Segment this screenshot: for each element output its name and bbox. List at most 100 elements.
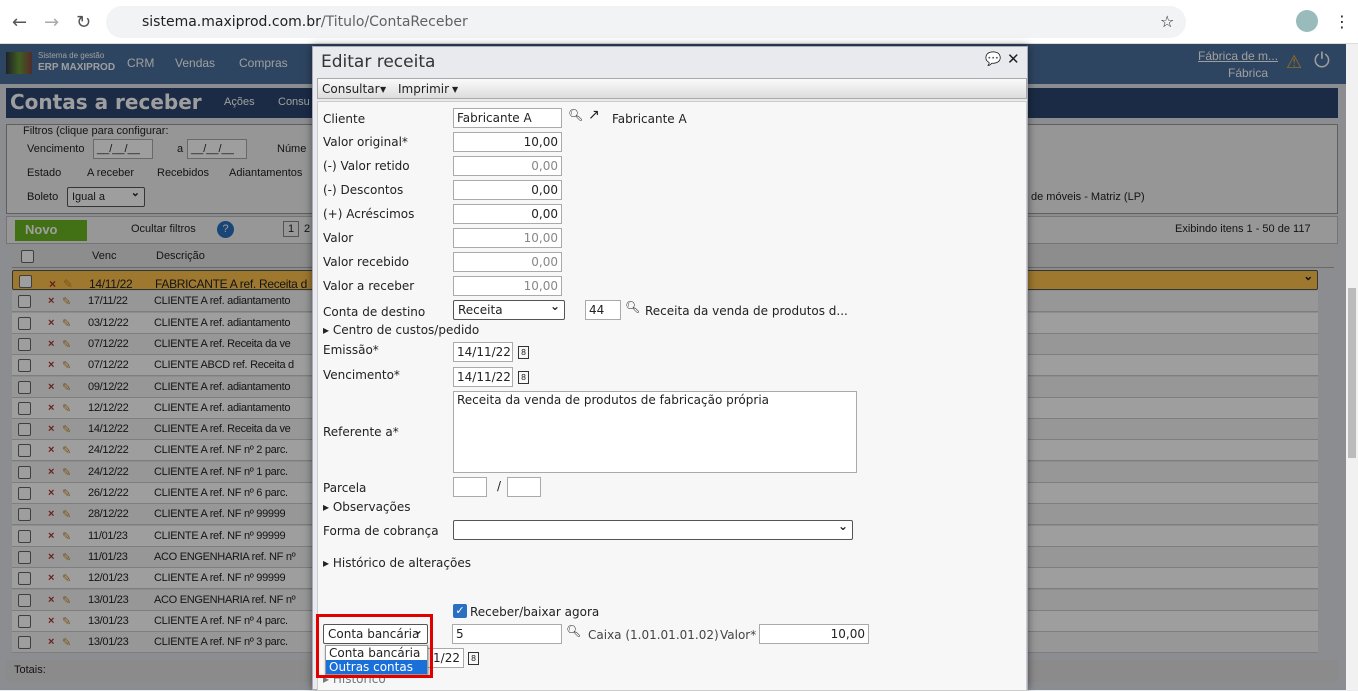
- select-all-checkbox[interactable]: [21, 250, 34, 263]
- novo-button[interactable]: Novo: [15, 220, 87, 241]
- cliente-input[interactable]: Fabricante A: [453, 108, 562, 128]
- edit-icon[interactable]: ✎: [62, 381, 71, 394]
- delete-icon[interactable]: ×: [48, 487, 54, 499]
- delete-icon[interactable]: ×: [48, 508, 54, 520]
- row-checkbox[interactable]: [18, 295, 31, 309]
- edit-icon[interactable]: ✎: [62, 487, 71, 500]
- conta-codigo-input[interactable]: 44: [585, 300, 621, 320]
- parcela-total-input[interactable]: [507, 477, 541, 497]
- ocultar-filtros-button[interactable]: Ocultar filtros: [131, 223, 196, 235]
- acrescimos-input[interactable]: 0,00: [453, 204, 562, 224]
- edit-icon[interactable]: ✎: [62, 317, 71, 330]
- observacoes-toggle[interactable]: ▸ Observações: [323, 500, 411, 514]
- edit-icon[interactable]: ✎: [62, 402, 71, 415]
- date-from-input[interactable]: __/__/__: [93, 139, 153, 159]
- search-icon[interactable]: 🔍︎: [625, 300, 640, 314]
- valor-baixa-input[interactable]: 10,00: [759, 624, 869, 644]
- historico-alteracoes-toggle[interactable]: ▸ Histórico de alterações: [323, 556, 471, 570]
- row-checkbox[interactable]: [18, 444, 31, 458]
- edit-icon[interactable]: ✎: [62, 530, 71, 543]
- row-checkbox[interactable]: [18, 614, 31, 628]
- delete-icon[interactable]: ×: [48, 402, 54, 414]
- page-scrollbar[interactable]: [1346, 44, 1358, 690]
- actions-menu[interactable]: Ações: [224, 96, 255, 108]
- delete-icon[interactable]: ×: [48, 444, 54, 456]
- search-icon[interactable]: 🔍︎: [566, 624, 581, 638]
- boleto-select[interactable]: Igual a: [67, 184, 145, 207]
- help-icon[interactable]: ?: [217, 221, 234, 238]
- checkbox-a-receber[interactable]: A receber: [87, 167, 134, 179]
- cliente-link[interactable]: Fabricante A: [612, 112, 687, 126]
- edit-icon[interactable]: ✎: [62, 594, 71, 607]
- edit-icon[interactable]: ✎: [62, 359, 71, 372]
- referente-textarea[interactable]: Receita da venda de produtos de fabricaç…: [453, 391, 857, 473]
- imprimir-menu[interactable]: Imprimir: [398, 82, 449, 96]
- unit-dropdown[interactable]: Fábrica: [1228, 66, 1268, 80]
- parcela-input[interactable]: [453, 477, 487, 497]
- warning-icon[interactable]: ⚠: [1286, 52, 1302, 73]
- row-checkbox[interactable]: [18, 423, 31, 437]
- power-icon[interactable]: ⏻: [1314, 50, 1330, 73]
- row-checkbox[interactable]: [18, 593, 31, 607]
- row-checkbox[interactable]: [18, 636, 31, 650]
- delete-icon[interactable]: ×: [48, 423, 54, 435]
- company-link[interactable]: Fábrica de m...: [1198, 49, 1278, 63]
- conta-destino-select[interactable]: Receita: [453, 297, 565, 320]
- row-checkbox[interactable]: [18, 465, 31, 479]
- calendar-icon[interactable]: 8: [518, 371, 529, 384]
- delete-icon[interactable]: ×: [48, 551, 54, 563]
- row-checkbox[interactable]: [18, 359, 31, 373]
- edit-icon[interactable]: ✎: [62, 572, 71, 585]
- edit-icon[interactable]: ✎: [62, 423, 71, 436]
- delete-icon[interactable]: ×: [48, 466, 54, 478]
- row-checkbox[interactable]: [18, 508, 31, 522]
- consultar-menu[interactable]: Consultar: [322, 82, 380, 96]
- row-checkbox[interactable]: [18, 337, 31, 351]
- vencimento-input[interactable]: 14/11/22: [453, 367, 513, 387]
- edit-icon[interactable]: ✎: [62, 338, 71, 351]
- close-icon[interactable]: ✕: [1007, 50, 1020, 68]
- menu-crm[interactable]: CRM: [127, 56, 154, 70]
- delete-icon[interactable]: ×: [48, 530, 54, 542]
- row-checkbox[interactable]: [18, 316, 31, 330]
- valor-original-input[interactable]: 10,00: [453, 132, 562, 152]
- conta-numero-input[interactable]: 5: [452, 624, 562, 644]
- delete-icon[interactable]: ×: [48, 317, 54, 329]
- delete-icon[interactable]: ×: [48, 381, 54, 393]
- checkbox-recebidos[interactable]: Recebidos: [157, 167, 209, 179]
- edit-icon[interactable]: ✎: [63, 275, 73, 293]
- delete-icon[interactable]: ×: [48, 636, 54, 648]
- edit-icon[interactable]: ✎: [62, 466, 71, 479]
- row-checkbox[interactable]: [18, 550, 31, 564]
- search-icon[interactable]: 🔍︎: [568, 108, 583, 122]
- delete-icon[interactable]: ×: [48, 359, 54, 371]
- delete-icon[interactable]: ×: [48, 615, 54, 627]
- row-checkbox[interactable]: [18, 401, 31, 415]
- row-checkbox[interactable]: [18, 572, 31, 586]
- emissao-input[interactable]: 14/11/22: [453, 342, 513, 362]
- edit-icon[interactable]: ✎: [62, 551, 71, 564]
- row-checkbox[interactable]: [18, 529, 31, 543]
- edit-icon[interactable]: ✎: [62, 508, 71, 521]
- centro-custos-toggle[interactable]: ▸ Centro de custos/pedido: [323, 323, 479, 337]
- calendar-icon[interactable]: 8: [468, 652, 479, 665]
- date-to-input[interactable]: __/__/__: [187, 139, 247, 159]
- delete-icon[interactable]: ×: [48, 594, 54, 606]
- edit-icon[interactable]: ✎: [62, 444, 71, 457]
- delete-icon[interactable]: ×: [48, 295, 54, 307]
- menu-vendas[interactable]: Vendas: [175, 56, 215, 70]
- row-checkbox[interactable]: [18, 380, 31, 394]
- row-checkbox[interactable]: [19, 275, 32, 288]
- calendar-icon[interactable]: 8: [518, 346, 529, 359]
- edit-icon[interactable]: ✎: [62, 295, 71, 308]
- edit-icon[interactable]: ✎: [62, 615, 71, 628]
- consult-menu[interactable]: Consu: [278, 96, 310, 108]
- menu-compras[interactable]: Compras: [239, 56, 288, 70]
- page-2[interactable]: 2: [304, 223, 310, 235]
- descontos-input[interactable]: 0,00: [453, 180, 562, 200]
- receber-agora-checkbox[interactable]: ✓: [453, 604, 467, 618]
- valor-retido-input[interactable]: 0,00: [453, 156, 562, 176]
- checkbox-adiantamentos[interactable]: Adiantamentos: [229, 167, 302, 179]
- external-link-icon[interactable]: ↗: [588, 107, 600, 123]
- delete-icon[interactable]: ×: [48, 572, 54, 584]
